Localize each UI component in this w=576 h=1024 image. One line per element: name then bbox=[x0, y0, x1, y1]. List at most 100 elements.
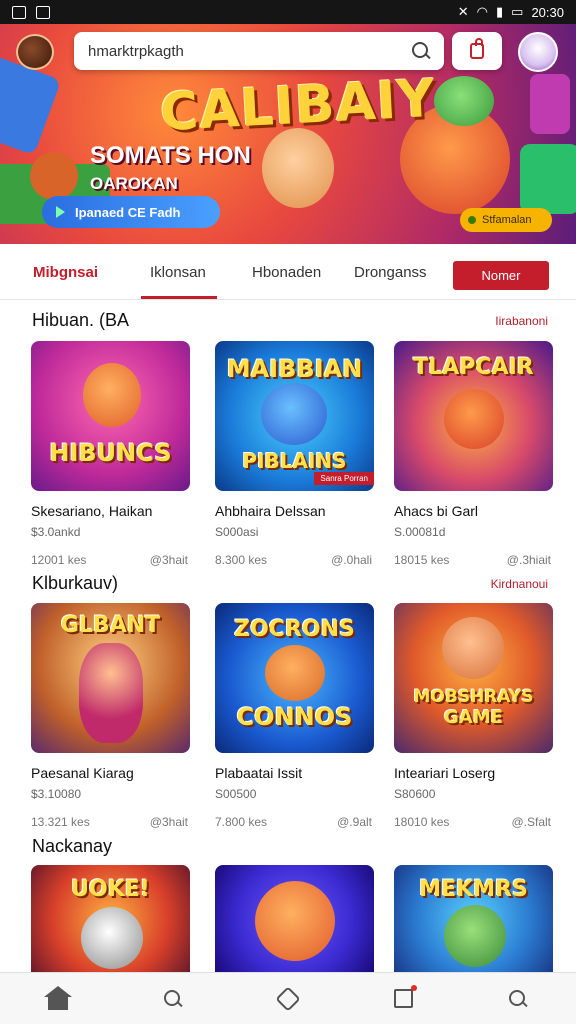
thumbnail-character bbox=[444, 905, 506, 967]
game-meta: 18010 kes @.Sfalt bbox=[394, 815, 553, 829]
rating: @.3hiait bbox=[506, 553, 551, 567]
hero-subtitle-secondary: OAROKAN bbox=[90, 174, 178, 193]
game-price: S000asi bbox=[215, 525, 259, 539]
status-right: ✕ ◠ ▮ ▭ 20:30 bbox=[458, 4, 564, 20]
game-card[interactable]: MOBSHRAYS GAME Inteariari Loserg S80600 … bbox=[394, 603, 553, 829]
thumbnail-tag: Sanra Porran bbox=[314, 472, 374, 485]
thumbnail-character bbox=[261, 383, 327, 445]
download-count: 13.321 kes bbox=[31, 815, 90, 829]
search-input[interactable]: hmarktrpkagth bbox=[74, 32, 444, 70]
download-count: 8.300 kes bbox=[215, 553, 268, 567]
game-name: Ahacs bi Garl bbox=[394, 503, 479, 519]
game-card[interactable]: HIBUNCS Skesariano, Haikan $3.0ankd 1200… bbox=[31, 341, 190, 567]
search-icon[interactable] bbox=[412, 42, 430, 60]
section-title: Nackanay bbox=[32, 836, 113, 856]
section-see-all-link[interactable]: Iirabanoni bbox=[495, 314, 548, 328]
edit-icon bbox=[393, 985, 417, 1008]
thumbnail-title: MOBSHRAYS bbox=[413, 687, 534, 707]
game-meta: 12001 kes @3hait bbox=[31, 553, 190, 567]
thumbnail-character bbox=[444, 389, 504, 449]
nav-home[interactable] bbox=[43, 985, 72, 1013]
game-thumbnail[interactable]: MAIBBIAN PIBLAINS Sanra Porran bbox=[215, 341, 374, 491]
hero-character bbox=[262, 128, 334, 208]
tab-0[interactable]: Mibgnsai bbox=[33, 264, 98, 281]
hero-badge[interactable]: Stfamalan bbox=[460, 208, 552, 232]
game-name: Paesanal Kiarag bbox=[31, 765, 134, 781]
game-thumbnail[interactable] bbox=[215, 865, 374, 972]
wifi-icon: ◠ bbox=[476, 4, 488, 19]
search-icon bbox=[163, 989, 182, 1008]
game-card[interactable]: UOKE! bbox=[31, 865, 190, 972]
game-name: Inteariari Loserg bbox=[394, 765, 496, 781]
avatar[interactable] bbox=[518, 32, 558, 72]
game-name: Plabaatai Issit bbox=[215, 765, 303, 781]
hero-cta-button[interactable]: Ipanaed CE Fadh bbox=[42, 196, 220, 228]
nav-discover[interactable] bbox=[274, 985, 302, 1013]
download-count: 18010 kes bbox=[394, 815, 450, 829]
game-meta: 7.800 kes @.9alt bbox=[215, 815, 374, 829]
game-card[interactable]: MAIBBIAN PIBLAINS Sanra Porran Ahbhaira … bbox=[215, 341, 374, 567]
image-notification-icon bbox=[36, 5, 50, 19]
game-name: Skesariano, Haikan bbox=[31, 503, 153, 519]
thumbnail-character bbox=[442, 617, 504, 679]
game-card[interactable]: TLAPCAIR Ahacs bi Garl S.00081d 18015 ke… bbox=[394, 341, 553, 567]
game-card[interactable]: GLBANT Paesanal Kiarag $3.10080 13.321 k… bbox=[31, 603, 190, 829]
thumbnail-subtitle: PIBLAINS bbox=[242, 449, 347, 473]
discover-icon bbox=[275, 985, 301, 1012]
game-name: Ahbhaira Delssan bbox=[215, 503, 326, 519]
download-count: 18015 kes bbox=[394, 553, 450, 567]
game-thumbnail[interactable]: TLAPCAIR bbox=[394, 341, 553, 491]
nav-search-secondary[interactable] bbox=[504, 985, 532, 1013]
play-icon bbox=[56, 206, 65, 218]
active-tab-indicator bbox=[141, 296, 217, 299]
thumbnail-title: HIBUNCS bbox=[49, 439, 172, 467]
section-see-all-link[interactable]: Kirdnanoui bbox=[491, 577, 548, 591]
thumbnail-character bbox=[255, 881, 335, 961]
thumbnail-title: GLBANT bbox=[60, 613, 161, 638]
game-meta: 13.321 kes @3hait bbox=[31, 815, 190, 829]
game-thumbnail[interactable]: MOBSHRAYS GAME bbox=[394, 603, 553, 753]
section-title: Klburkauv) bbox=[32, 573, 119, 593]
mute-icon: ✕ bbox=[457, 4, 469, 19]
thumbnail-character bbox=[79, 643, 143, 743]
rating: @.Sfalt bbox=[511, 815, 551, 829]
game-thumbnail[interactable]: MEKMRS bbox=[394, 865, 553, 972]
rating: @.0hali bbox=[331, 553, 372, 567]
hero-decoration bbox=[530, 74, 570, 134]
badge-dot-icon bbox=[468, 216, 476, 224]
status-left bbox=[12, 5, 50, 19]
game-card[interactable]: ZOCRONS CONNOS Plabaatai Issit S00500 7.… bbox=[215, 603, 374, 829]
nav-edit[interactable] bbox=[389, 985, 417, 1013]
game-thumbnail[interactable]: ZOCRONS CONNOS bbox=[215, 603, 374, 753]
game-price: S.00081d bbox=[394, 525, 446, 539]
search-placeholder: hmarktrpkagth bbox=[88, 42, 184, 60]
game-meta: 8.300 kes @.0hali bbox=[215, 553, 374, 567]
nav-search[interactable] bbox=[159, 985, 187, 1013]
game-price: S80600 bbox=[394, 787, 436, 801]
game-thumbnail[interactable]: HIBUNCS bbox=[31, 341, 190, 491]
download-count: 7.800 kes bbox=[215, 815, 268, 829]
notification-icon bbox=[12, 5, 26, 19]
app-logo[interactable] bbox=[16, 34, 54, 70]
game-card[interactable]: MEKMRS bbox=[394, 865, 553, 972]
thumbnail-character bbox=[81, 907, 143, 969]
hero-title: CALIBAIY bbox=[158, 68, 438, 144]
shopping-bag-button[interactable] bbox=[452, 32, 502, 70]
game-thumbnail[interactable]: GLBANT bbox=[31, 603, 190, 753]
game-thumbnail[interactable]: UOKE! bbox=[31, 865, 190, 972]
thumbnail-subtitle: GAME bbox=[444, 707, 503, 728]
tab-1[interactable]: Iklonsan bbox=[150, 264, 206, 281]
game-price: $3.0ankd bbox=[31, 525, 81, 539]
thumbnail-title: MAIBBIAN bbox=[226, 355, 363, 383]
hero-badge-label: Stfamalan bbox=[482, 214, 532, 226]
tab-3[interactable]: Dronganss bbox=[354, 264, 427, 281]
tab-action-button[interactable]: Nomer bbox=[453, 261, 549, 290]
battery-icon: ▭ bbox=[511, 4, 524, 19]
status-bar: ✕ ◠ ▮ ▭ 20:30 bbox=[0, 0, 576, 24]
game-meta: 18015 kes @.3hiait bbox=[394, 553, 553, 567]
game-card[interactable] bbox=[215, 865, 374, 972]
thumbnail-title: ZOCRONS bbox=[234, 617, 355, 642]
thumbnail-character bbox=[83, 363, 141, 427]
tab-2[interactable]: Hbonaden bbox=[252, 264, 321, 281]
rating: @3hait bbox=[149, 553, 188, 567]
